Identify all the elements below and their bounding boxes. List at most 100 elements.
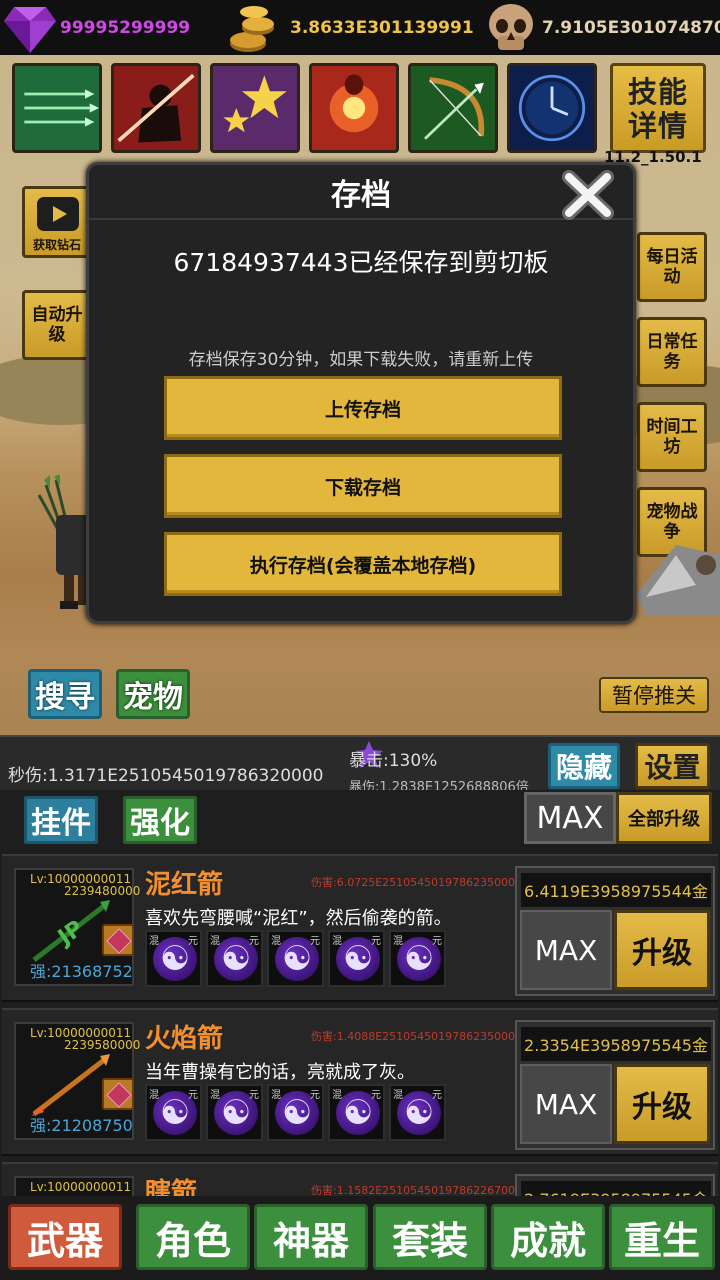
weapon-row: Lv:10000000011 2239480000 JP 强:21368752 … [2,854,718,1002]
video-play-icon [37,197,79,231]
download-save-label: 下载存档 [324,476,401,499]
star-burst-icon [213,66,297,150]
dialog-title: 存档 [89,165,633,220]
weapon-damage: 伤害:6.0725E2510545019786235000 [311,876,516,889]
rune-slot[interactable]: 混元 [145,930,202,987]
upload-save-button[interactable]: 上传存档 [164,376,562,440]
download-save-button[interactable]: 下载存档 [164,454,562,518]
weapon-name: 泥红箭 [145,870,224,900]
nav-rebirth[interactable]: 重生 [609,1204,715,1270]
fire-arrow-icon [32,1054,110,1116]
weapon-name: 火焰箭 [145,1024,224,1054]
skill-time-clock[interactable] [507,63,597,153]
time-workshop-label: 时间工坊 [646,417,698,457]
rune-slot[interactable]: 混元 [389,1084,446,1141]
max-all-label: MAX [536,800,604,836]
weapon-strength: 强:21208750 [30,1116,133,1135]
weapon-description: 当年曹操有它的话，亮就成了灰。 [145,1062,415,1083]
weapon-damage: 伤害:1.4088E2510545019786235000 [311,1030,516,1043]
nav-outfit[interactable]: 套装 [373,1204,487,1270]
search-button[interactable]: 搜寻 [28,669,102,719]
upgrade-box: 6.4119E3958975544金 MAX 升级 [515,866,715,996]
tab-pendant[interactable]: 挂件 [24,796,98,844]
daily-task-button[interactable]: 日常任务 [637,317,707,387]
save-code-message: 67184937443已经保存到剪切板 [173,248,549,277]
execute-save-button[interactable]: 执行存档(会覆盖本地存档) [164,532,562,596]
dash-strike-icon [114,66,198,150]
pet-label: 宠物 [123,680,183,715]
watch-ad-button[interactable]: 获取钻石 [22,186,92,258]
watch-ad-label: 获取钻石 [32,238,81,252]
multi-arrow-icon [15,66,99,150]
weapon-max-button[interactable]: MAX [520,1064,612,1144]
settings-label: 设置 [644,751,701,784]
save-dialog: 存档 67184937443已经保存到剪切板 存档保存30分钟，如果下载失败，请… [86,162,636,624]
save-note: 存档保存30分钟，如果下载失败，请重新上传 [188,350,534,370]
upgrade-all-label: 全部升级 [628,809,700,830]
weapon-exp: 2239580000 [64,1038,141,1052]
daily-activity-button[interactable]: 每日活动 [637,232,707,302]
dps-label: 秒伤:1.3171E2510545019786320000 [8,766,324,786]
weapon-row: Lv:10000000011 2239580000 强:21208750 火焰箭… [2,1008,718,1156]
gem-slot-icon [102,924,134,956]
skill-rage-aura[interactable] [309,63,399,153]
bow-icon [411,66,495,150]
skill-detail-button[interactable]: 技能 详情 [610,63,706,153]
upload-save-label: 上传存档 [324,398,401,421]
auto-upgrade-label: 自动升级 [31,305,83,345]
tab-strengthen[interactable]: 强化 [123,796,197,844]
weapon-upgrade-button[interactable]: 升级 [614,910,710,990]
clock-icon [510,66,594,150]
weapon-icon-box[interactable]: Lv:10000000011 2239580000 强:21208750 [14,1022,140,1140]
nav-artifact[interactable]: 神器 [254,1204,368,1270]
settings-button[interactable]: 设置 [635,743,710,789]
pet-button[interactable]: 宠物 [116,669,190,719]
weapon-exp: 2239480000 [64,884,141,898]
rune-slot[interactable]: 混元 [328,1084,385,1141]
nav-weapons[interactable]: 武器 [8,1204,122,1270]
nav-achievement[interactable]: 成就 [491,1204,605,1270]
upgrade-all-button[interactable]: 全部升级 [616,792,712,844]
rune-slots: 混元 混元 混元 混元 混元 [145,1084,446,1141]
skill-multi-arrow[interactable] [12,63,102,153]
rage-aura-icon [312,66,396,150]
auto-upgrade-button[interactable]: 自动升级 [22,290,92,360]
upgrade-cost: 2.3354E3958975545金 [521,1027,711,1061]
tab-pendant-label: 挂件 [31,806,91,841]
time-workshop-button[interactable]: 时间工坊 [637,402,707,472]
hide-label: 隐藏 [555,751,612,784]
execute-save-label: 执行存档(会覆盖本地存档) [249,554,477,577]
skill-bow-shot[interactable] [408,63,498,153]
hide-button[interactable]: 隐藏 [548,743,620,789]
close-icon[interactable] [559,169,617,221]
max-all-button[interactable]: MAX [524,792,616,844]
rune-slots: 混元 混元 混元 混元 混元 [145,930,446,987]
skill-detail-label: 技能 详情 [627,75,688,143]
rune-slot[interactable]: 混元 [389,930,446,987]
skull-counter: 7.9105E301074870 [486,0,720,55]
archer-character [37,475,94,609]
rune-slot[interactable]: 混元 [328,930,385,987]
enemy-character [636,545,720,615]
search-label: 搜寻 [35,680,95,715]
gem-counter: 99995299999 [4,0,190,55]
weapon-icon-box[interactable]: Lv:10000000011 2239480000 JP 强:21368752 [14,868,140,986]
tab-strengthen-label: 强化 [130,806,190,841]
rune-slot[interactable]: 混元 [267,1084,324,1141]
rune-slot[interactable]: 混元 [206,930,263,987]
bottom-nav: 武器 角色 神器 套装 成就 重生 [0,1196,720,1280]
weapon-strength: 强:21368752 [30,962,133,981]
weapon-upgrade-button[interactable]: 升级 [614,1064,710,1144]
rune-slot[interactable]: 混元 [206,1084,263,1141]
skill-star-burst[interactable] [210,63,300,153]
nav-character[interactable]: 角色 [136,1204,250,1270]
pause-push-button[interactable]: 暂停推关 [599,677,709,713]
jp-arrow-icon: JP [32,900,110,962]
rune-slot[interactable]: 混元 [145,1084,202,1141]
skill-dash-strike[interactable] [111,63,201,153]
resource-bar: 99995299999 3.8633E301139991 7.9105E3010… [0,0,720,55]
weapon-max-button[interactable]: MAX [520,910,612,990]
gem-count: 99995299999 [60,17,191,38]
gem-slot-icon [102,1078,134,1110]
rune-slot[interactable]: 混元 [267,930,324,987]
